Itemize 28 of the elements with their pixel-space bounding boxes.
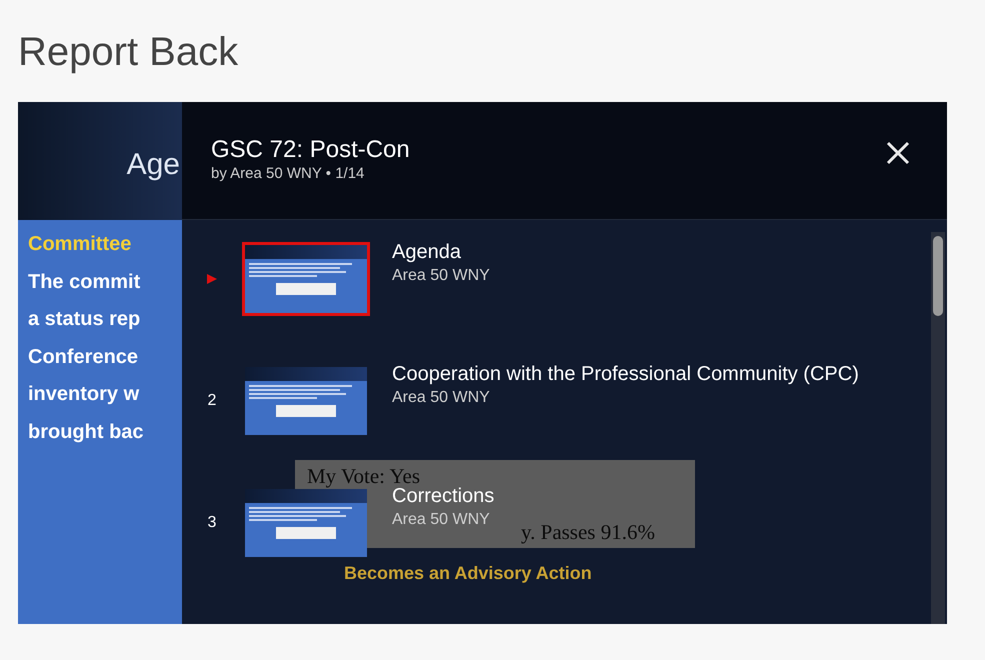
item-index: 2 bbox=[208, 391, 216, 411]
play-icon bbox=[206, 273, 218, 285]
vote-text: y. Passes 91.6% bbox=[521, 519, 655, 546]
scrollbar[interactable] bbox=[931, 232, 945, 624]
item-title: Agenda bbox=[392, 240, 462, 265]
slide-text-line: Conference bbox=[28, 344, 140, 370]
slide-footer: Becomes an Advisory Action bbox=[344, 560, 592, 587]
slide-thumbnail[interactable] bbox=[242, 242, 370, 316]
slide-subheading: Committee bbox=[28, 232, 132, 257]
slide-text-line: brought bac bbox=[28, 420, 145, 444]
slide-text-line: a status rep bbox=[28, 307, 142, 332]
playlist-item[interactable]: Agenda Area 50 WNY bbox=[182, 242, 490, 316]
slide-thumbnail[interactable] bbox=[242, 486, 370, 560]
item-title: Cooperation with the Professional Community (CPC) bbox=[392, 362, 859, 387]
playlist-item[interactable]: 3 Corrections Area 50 WNY bbox=[182, 486, 494, 560]
slide-thumbnail[interactable] bbox=[242, 364, 370, 438]
close-icon[interactable] bbox=[885, 140, 911, 166]
slide-text-line: inventory w bbox=[28, 382, 140, 407]
page-title: Report Back bbox=[18, 29, 240, 76]
slide-heading: Age bbox=[126, 146, 180, 182]
playlist-item[interactable]: 2 Cooperation with the Professional Community (CPC) Area 50 WNY bbox=[182, 364, 859, 438]
slide-text-line: The commit bbox=[28, 270, 142, 294]
item-channel: Area 50 WNY bbox=[392, 267, 490, 285]
playlist-byline: by Area 50 WNY • 1/14 bbox=[211, 164, 366, 184]
item-channel: Area 50 WNY bbox=[392, 511, 491, 529]
playlist-title: GSC 72: Post-Con bbox=[211, 136, 410, 164]
item-channel: Area 50 WNY bbox=[392, 389, 491, 407]
item-index: 3 bbox=[208, 513, 216, 533]
